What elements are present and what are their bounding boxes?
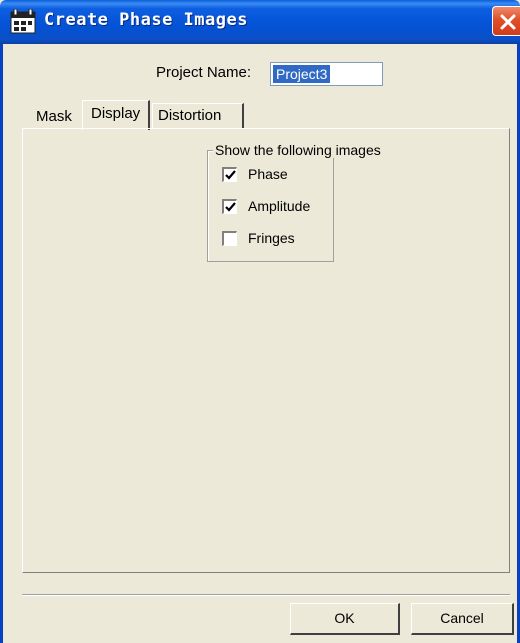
- cancel-button[interactable]: Cancel: [411, 603, 514, 635]
- group-title: Show the following images: [213, 142, 383, 158]
- ok-button[interactable]: OK: [290, 603, 400, 635]
- window-title: Create Phase Images: [44, 10, 248, 30]
- check-icon: [225, 202, 236, 212]
- project-name-input[interactable]: [270, 62, 383, 86]
- close-icon: [500, 14, 516, 30]
- tab-distortion[interactable]: Distortion: [152, 103, 244, 128]
- tab-mask[interactable]: Mask: [36, 108, 72, 125]
- amplitude-label: Amplitude: [248, 198, 311, 214]
- app-window-icon: [10, 8, 36, 35]
- title-bar[interactable]: Create Phase Images: [0, 0, 520, 44]
- button-divider: [22, 594, 510, 596]
- amplitude-checkbox[interactable]: [222, 199, 237, 214]
- tab-display[interactable]: Display: [82, 100, 150, 130]
- fringes-checkbox[interactable]: [222, 231, 237, 246]
- fringes-label: Fringes: [248, 230, 295, 246]
- dialog-window: Create Phase Images Project Name: Projec…: [0, 0, 520, 643]
- phase-label: Phase: [248, 166, 288, 182]
- phase-checkbox[interactable]: [222, 167, 237, 182]
- project-name-label: Project Name:: [156, 64, 252, 81]
- close-button[interactable]: [492, 6, 520, 36]
- check-icon: [225, 170, 236, 180]
- window-frame-left: [0, 44, 3, 643]
